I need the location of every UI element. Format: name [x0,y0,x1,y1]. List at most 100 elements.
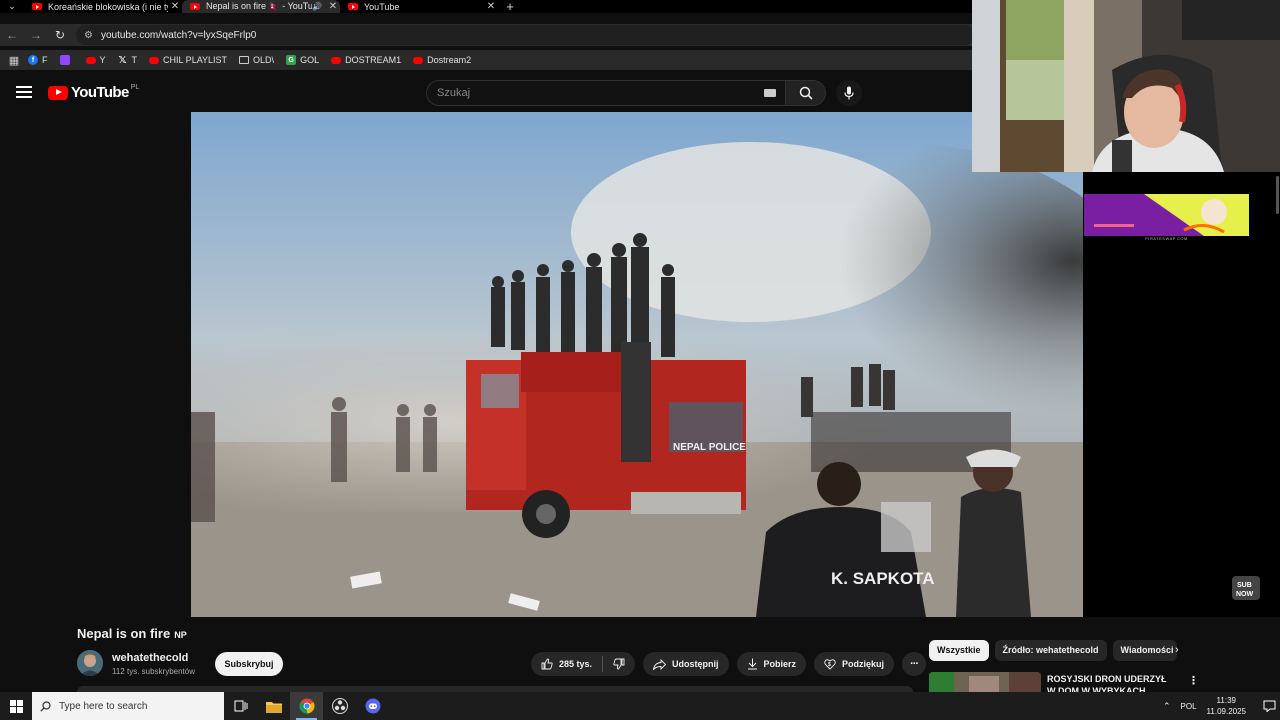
new-tab-icon[interactable]: + [498,0,522,13]
download-icon [747,658,758,670]
thumbs-down-icon [613,658,625,670]
youtube-header: YouTube PL [0,74,975,112]
dislike-button[interactable] [603,652,635,676]
channel-name[interactable]: wehatethecold [112,652,188,664]
tab-nepal[interactable]: Nepal is on fire 🇳🇵 - YouTub 🔊 ✕ [182,0,340,13]
task-view-button[interactable] [224,692,257,720]
tab-title: Koreańskie blokowiska (i nie tyl [48,1,168,12]
tab-youtube[interactable]: YouTube ✕ [340,0,498,13]
keyboard-icon[interactable] [764,89,776,97]
close-icon[interactable]: ✕ [484,1,498,12]
file-explorer-button[interactable] [257,692,290,720]
chrome-button[interactable] [290,692,323,720]
tab-koreanskie[interactable]: Koreańskie blokowiska (i nie tyl ✕ [24,0,182,13]
tab-title: Nepal is on fire 🇳🇵 - YouTub [206,1,313,11]
bookmark-dostream2[interactable]: Dostream2 [413,55,471,65]
chevron-up-icon[interactable]: ⌃ [1163,701,1171,712]
share-button[interactable]: Udostępnij [643,652,729,676]
close-icon[interactable]: ✕ [168,1,182,12]
clock[interactable]: 11:39 11.09.2025 [1207,695,1246,717]
taskbar-search[interactable]: Type here to search [32,692,224,720]
x-icon: 𝕏 [118,54,127,66]
country-code: PL [130,84,140,91]
youtube-favicon-icon [190,3,200,10]
speaker-icon[interactable]: 🔊 [312,2,322,11]
tab-search-chevron-icon[interactable]: ⌄ [0,0,24,13]
bookmark-t[interactable]: 𝕏T [118,54,137,66]
site-info-icon[interactable]: ⚙ [84,30,93,41]
chip-news[interactable]: Wiadomości [1112,639,1177,661]
thanks-label: Podziękuj [842,659,885,669]
logo-text: YouTube [71,84,129,101]
back-arrow-icon[interactable]: ← [0,28,24,42]
taskbar: Type here to search ⌃ POL 11:39 11.09.20… [0,692,1280,720]
subscribe-button[interactable]: Subskrybuj [215,652,283,676]
discord-button[interactable] [356,692,389,720]
youtube-favicon-icon [32,3,42,10]
like-button[interactable]: 285 tys. [531,652,602,676]
bookmark-gol[interactable]: G GOL [286,55,319,65]
youtube-icon [149,56,160,64]
search-input[interactable] [426,80,786,106]
search-button[interactable] [786,80,826,106]
video-title-row: Nepal is on fire NP [77,626,187,641]
chip-source[interactable]: Źródło: wehatethecold [994,639,1107,661]
obs-button[interactable] [323,692,356,720]
language-indicator[interactable]: POL [1181,702,1197,711]
more-actions-button[interactable]: ··· [902,652,927,676]
voice-search-button[interactable] [836,80,862,106]
sub-now-text-2: NOW [1236,591,1254,598]
video-actions: 285 tys. Udostępnij Pobierz $ Podziękuj … [531,652,927,676]
thanks-button[interactable]: $ Podziękuj [814,652,895,676]
scrollbar-thumb[interactable] [1276,176,1279,214]
search-bar [426,80,826,106]
share-label: Udostępnij [672,659,719,669]
recommendation-title[interactable]: ROSYJSKI DRON UDERZYŁ W DOM W WYBYKACH [1047,673,1173,693]
like-count: 285 tys. [559,659,593,669]
youtube-favicon-icon [348,3,358,10]
truck-label-text: NEPAL POLICE [673,442,746,453]
download-label: Pobierz [763,659,797,669]
forward-arrow-icon[interactable]: → [24,28,48,42]
more-horizontal-icon: ··· [910,658,919,670]
bookmark-y[interactable]: Y [85,55,106,65]
search-icon [40,700,51,712]
url-text: youtube.com/watch?v=lyxSqeFrlp0 [100,29,257,41]
more-vertical-icon[interactable]: ⋮ [1188,674,1199,687]
start-button[interactable] [0,692,32,720]
ad-image [1084,194,1249,236]
notifications-button[interactable] [1258,700,1280,712]
bookmark-f[interactable]: fF [28,55,48,65]
recommendation-thumbnail[interactable] [929,672,1041,692]
close-icon[interactable]: ✕ [326,1,340,12]
youtube-play-icon [48,85,68,100]
microphone-icon [844,86,854,100]
download-button[interactable]: Pobierz [736,652,807,676]
channel-row: wehatethecold 112 tys. subskrybentów Sub… [77,650,477,680]
youtube-icon [331,56,342,64]
discord-icon [365,698,380,714]
clock-time: 11:39 [1216,696,1236,705]
menu-icon[interactable] [16,86,32,98]
folder-icon [265,701,282,713]
chip-all[interactable]: Wszystkie [929,639,989,661]
video-player[interactable]: NEPAL POLICE K. SAPKOTA [191,112,1083,617]
webcam-frame [972,0,1280,172]
reload-icon[interactable]: ↻ [48,28,72,42]
chevron-right-icon[interactable]: › [1175,644,1179,656]
bookmark-twitch[interactable] [59,55,74,65]
bookmark-old-folder[interactable]: OLD\ [239,55,274,65]
video-frame: NEPAL POLICE K. SAPKOTA [191,112,1083,617]
apps-grid-icon[interactable]: ▦ [0,54,28,67]
task-view-icon [234,700,247,712]
youtube-logo[interactable]: YouTube PL [48,84,139,101]
avatar[interactable] [77,650,103,676]
sub-now-text-1: SUB [1237,582,1252,589]
ad-banner[interactable] [1084,194,1249,236]
bookmark-dostream1[interactable]: DOSTREAM1 [331,55,401,65]
facebook-icon: f [28,55,38,65]
url-field[interactable]: ⚙ youtube.com/watch?v=lyxSqeFrlp0 [76,25,975,45]
bookmark-chil-playlist[interactable]: CHIL PLAYLIST [149,55,227,65]
g-icon: G [286,55,297,65]
windows-icon [9,699,23,713]
